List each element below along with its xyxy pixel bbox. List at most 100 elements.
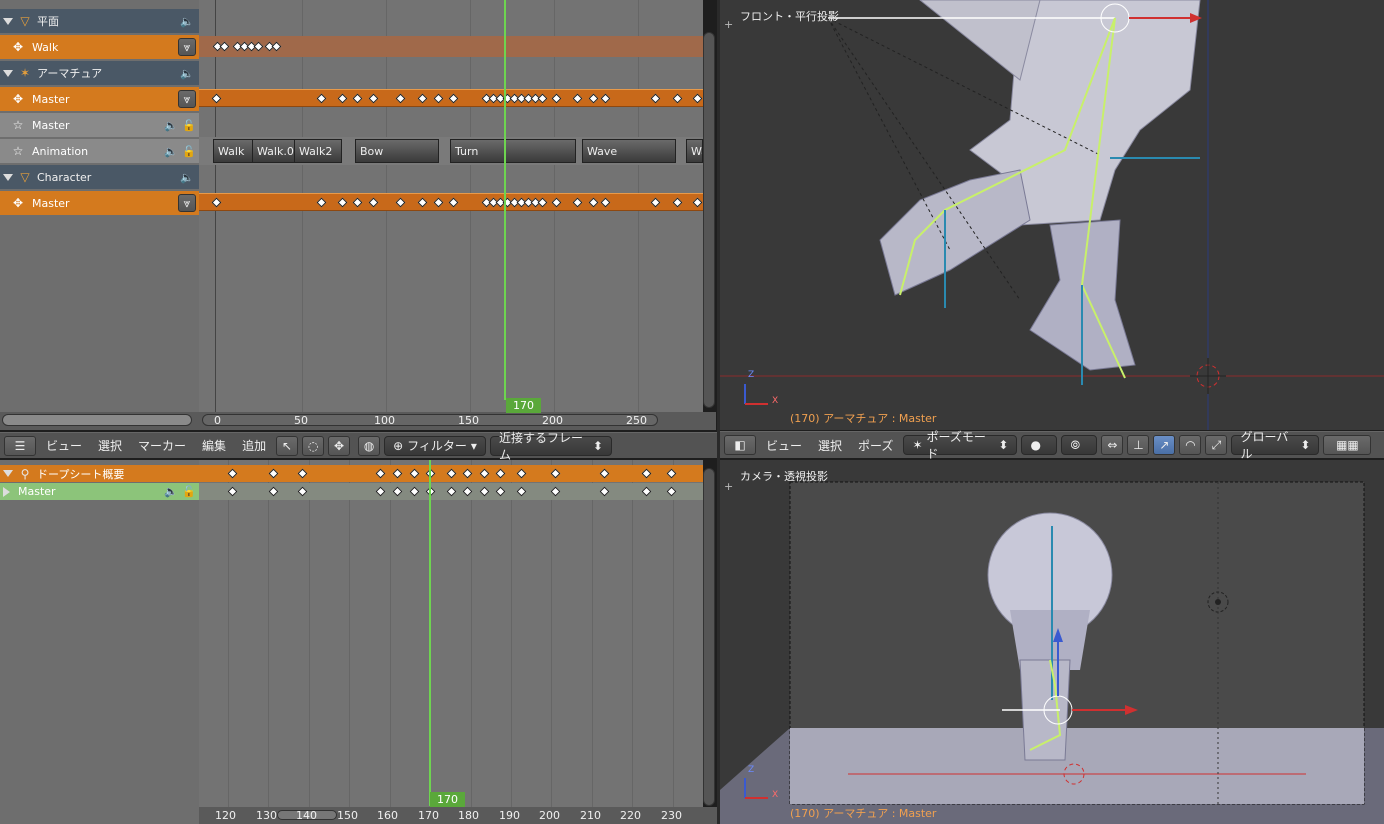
axes-icon[interactable]: ⊥ (1127, 435, 1150, 455)
viewport-bottom-scene (720, 481, 1384, 824)
menu-view[interactable]: ビュー (760, 435, 808, 455)
dropdown-icon: ▾ (470, 438, 477, 453)
menu-view[interactable]: ビュー (40, 436, 88, 456)
strip-walk2[interactable]: Walk2 (294, 139, 342, 163)
shading-select[interactable]: ● (1021, 435, 1058, 455)
viewport-bottom[interactable]: カメラ・透視投影 (170) アーマチュア : Master Z X + (720, 460, 1384, 824)
nla-row-walk[interactable]: ✥ Walk ⩔ (0, 35, 199, 59)
expand-icon[interactable] (3, 486, 10, 497)
viewport-top-scene (720, 0, 1384, 430)
nla-row-armature[interactable]: ✶ アーマチュア 🔈 (0, 61, 199, 85)
menu-select[interactable]: 選択 (92, 436, 128, 456)
snap-mode-select[interactable]: 近接するフレーム ⬍ (489, 431, 612, 462)
strip-wa[interactable]: Wa (686, 139, 703, 163)
nla-vscrollbar[interactable] (703, 32, 715, 408)
row-label: Animation (32, 144, 89, 158)
editor-type-icon[interactable]: ◧ (724, 435, 756, 455)
expand-icon[interactable] (3, 69, 13, 77)
row-label: アーマチュア (37, 67, 103, 80)
viewport-bottom-status: (170) アーマチュア : Master (790, 807, 937, 820)
viewport-bottom-title: カメラ・透視投影 (740, 470, 828, 483)
manipulator-icon[interactable]: ⇔ (1101, 435, 1124, 455)
nla-row-master-action[interactable]: ✥ Master ⩔ (0, 87, 199, 111)
speaker-icon[interactable]: 🔈 (180, 15, 194, 28)
row-label: 平面 (37, 15, 59, 28)
dopesheet-timeline[interactable] (199, 460, 703, 808)
plus-icon[interactable]: + (724, 480, 733, 493)
ruler-tick: 140 (296, 809, 317, 822)
push-down-icon[interactable]: ⩔ (178, 90, 196, 108)
push-down-icon[interactable]: ⩔ (178, 194, 196, 212)
updown-icon: ⬍ (1300, 438, 1311, 452)
lock-icon[interactable]: 🔓 (182, 145, 196, 158)
expand-icon[interactable] (3, 470, 13, 477)
ruler-tick: 180 (458, 809, 479, 822)
strip-wave[interactable]: Wave (582, 139, 676, 163)
ruler-tick: 200 (542, 414, 563, 427)
strip-bow[interactable]: Bow (355, 139, 439, 163)
action-icon: ✥ (12, 92, 24, 106)
speaker-icon[interactable]: 🔈 (164, 119, 178, 132)
orientation-select[interactable]: グローバル ⬍ (1231, 430, 1320, 461)
ruler-tick: 50 (294, 414, 308, 427)
pivot-select[interactable]: ⦾ (1061, 435, 1098, 455)
filter-button[interactable]: ⊕ フィルター ▾ (384, 435, 486, 456)
menu-add[interactable]: 追加 (236, 436, 272, 456)
channel-scrollbar[interactable] (2, 414, 192, 426)
ruler-tick: 170 (418, 809, 439, 822)
nla-row-animation-track[interactable]: ☆ Animation 🔈 🔓 (0, 139, 199, 163)
expand-icon[interactable] (3, 173, 13, 181)
menu-select[interactable]: 選択 (812, 435, 848, 455)
dopesheet-summary-row[interactable]: ⚲ ドープシート概要 (0, 465, 199, 482)
scale-icon[interactable]: ⤢ (1205, 435, 1228, 455)
layers-icon[interactable]: ▦▦ (1323, 435, 1372, 455)
cursor-icon[interactable]: ↖ (276, 435, 299, 456)
ruler-tick: 150 (458, 414, 479, 427)
nla-row-master-action-2[interactable]: ✥ Master ⩔ (0, 191, 199, 215)
row-label: Character (37, 170, 92, 184)
push-down-icon[interactable]: ⩔ (178, 38, 196, 56)
speaker-icon[interactable]: 🔈 (164, 485, 178, 498)
rotate-icon[interactable]: ◠ (1179, 435, 1202, 455)
ruler-tick: 150 (337, 809, 358, 822)
ghost-icon[interactable]: ◌ (302, 435, 325, 456)
speaker-icon[interactable]: 🔈 (180, 171, 194, 184)
speaker-icon[interactable]: 🔈 (164, 145, 178, 158)
dopesheet-vscrollbar[interactable] (703, 468, 715, 806)
action-icon: ✥ (12, 40, 24, 54)
nla-row-master-track[interactable]: ☆ Master 🔈 🔓 (0, 113, 199, 137)
strip-turn[interactable]: Turn (450, 139, 576, 163)
ruler-tick: 100 (374, 414, 395, 427)
speaker-icon[interactable]: 🔈 (180, 67, 194, 80)
expand-icon[interactable] (3, 17, 13, 25)
timeline-scrollbar[interactable] (202, 414, 658, 426)
ruler-tick: 120 (215, 809, 236, 822)
nla-row-character[interactable]: ▽ Character 🔈 (0, 165, 199, 189)
axis-z-label: Z (748, 370, 755, 380)
menu-edit[interactable]: 編集 (196, 436, 232, 456)
dopesheet-frame-cursor[interactable] (429, 460, 431, 806)
shapes-icon[interactable]: ◍ (358, 435, 381, 456)
row-label: Walk (32, 40, 59, 54)
strip-walk[interactable]: Walk (213, 139, 255, 163)
star-icon: ☆ (12, 118, 24, 132)
lock-icon[interactable]: 🔓 (182, 119, 196, 132)
axis-z-label: Z (748, 765, 755, 775)
editor-type-icon[interactable]: ☰ (4, 435, 36, 456)
pose-icon: ✶ (912, 438, 923, 452)
dopesheet-master-row[interactable]: Master 🔈 🔓 (0, 483, 199, 500)
menu-marker[interactable]: マーカー (132, 436, 192, 456)
row-label: Master (32, 118, 70, 132)
nla-row-plane[interactable]: ▽ 平面 🔈 (0, 9, 199, 33)
plus-icon[interactable]: + (724, 18, 733, 31)
action-icon[interactable]: ✥ (328, 435, 351, 456)
row-label: ドープシート概要 (37, 467, 125, 481)
ruler-tick: 210 (580, 809, 601, 822)
ruler-tick: 160 (377, 809, 398, 822)
viewport-top[interactable]: フロント・平行投影 (170) アーマチュア : Master Z X + (720, 0, 1384, 430)
lock-icon[interactable]: 🔓 (182, 485, 196, 498)
mode-select[interactable]: ✶ ポーズモード ⬍ (903, 430, 1018, 461)
translate-icon[interactable]: ↗ (1153, 435, 1176, 455)
nla-frame-cursor[interactable] (504, 0, 506, 400)
menu-pose[interactable]: ポーズ (852, 435, 899, 455)
